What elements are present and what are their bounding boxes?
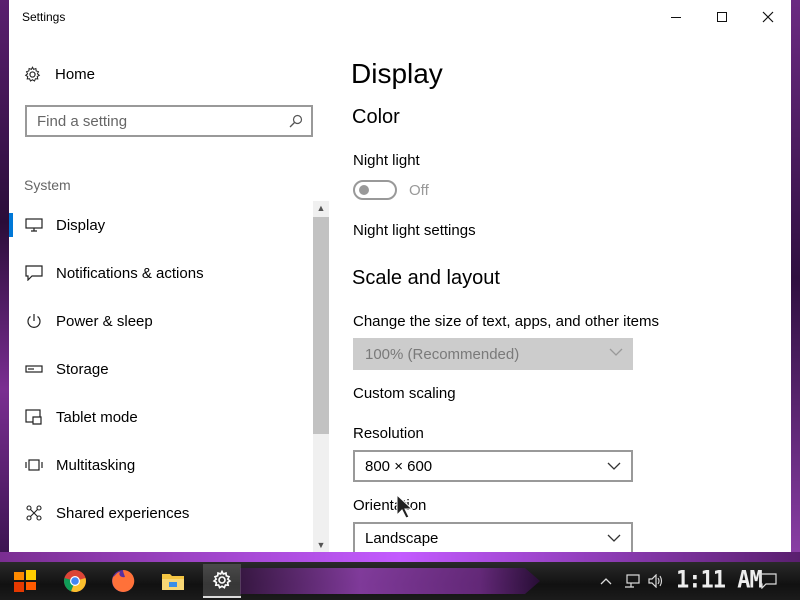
section-label-system: System [24, 177, 71, 193]
sidebar-item-power[interactable]: Power & sleep [9, 297, 309, 345]
close-icon [762, 11, 774, 23]
night-light-toggle[interactable] [353, 180, 397, 200]
resolution-label: Resolution [353, 425, 424, 442]
resolution-dropdown-value: 800 × 600 [365, 457, 433, 475]
close-button[interactable] [745, 0, 791, 34]
chrome-taskbar-button[interactable] [56, 564, 94, 598]
main-content: Display Color Night light Off Night ligh… [351, 34, 791, 552]
search-box[interactable] [25, 105, 313, 137]
chevron-down-icon [607, 534, 621, 542]
taskbar-decoration [240, 568, 540, 594]
chrome-icon [64, 570, 86, 593]
firefox-taskbar-button[interactable] [104, 564, 142, 598]
minimize-icon [671, 16, 681, 18]
sidebar-item-notifications[interactable]: Notifications & actions [9, 249, 309, 297]
resolution-dropdown[interactable]: 800 × 600 [353, 450, 633, 482]
sidebar: Home System Display Notifications & act [9, 34, 329, 552]
scale-layout-heading: Scale and layout [352, 267, 500, 289]
shared-icon [24, 503, 44, 523]
search-input[interactable] [37, 112, 277, 130]
taskbar: 1:11 AM [0, 562, 800, 600]
sidebar-item-multitasking[interactable]: Multitasking [9, 441, 309, 489]
chevron-down-icon [609, 348, 623, 356]
scale-description: Change the size of text, apps, and other… [353, 313, 660, 330]
wallpaper-left-stripe [0, 0, 9, 556]
chevron-down-icon [607, 462, 621, 470]
orientation-dropdown[interactable]: Landscape [353, 522, 633, 552]
gear-icon [24, 65, 41, 82]
sidebar-item-label: Notifications & actions [56, 264, 204, 282]
toggle-knob [359, 185, 369, 195]
sidebar-item-tablet-mode[interactable]: Tablet mode [9, 393, 309, 441]
chevron-up-icon[interactable] [600, 577, 612, 585]
start-icon [14, 570, 36, 592]
firefox-icon [112, 569, 135, 592]
wallpaper-right-stripe [791, 0, 800, 556]
maximize-icon [717, 12, 727, 22]
window-title: Settings [22, 10, 66, 24]
scale-dropdown-value: 100% (Recommended) [365, 345, 520, 363]
system-tray [600, 562, 664, 600]
scroll-up-arrow-icon[interactable]: ▲ [313, 201, 329, 215]
night-light-label: Night light [353, 152, 420, 169]
title-bar[interactable]: Settings [9, 0, 791, 34]
wallpaper-bottom-band [0, 552, 800, 562]
scrollbar-thumb[interactable] [313, 217, 329, 434]
action-center-button[interactable] [750, 564, 786, 598]
power-icon [24, 311, 44, 331]
notification-icon [759, 573, 777, 589]
sidebar-item-display[interactable]: Display [9, 201, 309, 249]
sidebar-item-label: Multitasking [56, 456, 136, 474]
page-title: Display [351, 58, 443, 89]
start-button[interactable] [6, 564, 44, 598]
night-light-state: Off [409, 182, 429, 199]
network-icon[interactable] [624, 574, 640, 588]
orientation-dropdown-value: Landscape [365, 529, 439, 547]
volume-icon[interactable] [648, 574, 664, 588]
minimize-button[interactable] [653, 0, 699, 34]
sidebar-item-label: Power & sleep [56, 312, 153, 330]
sidebar-item-label: Storage [56, 360, 109, 378]
settings-window: Settings Home System [9, 0, 791, 552]
search-icon [289, 114, 303, 128]
scale-dropdown[interactable]: 100% (Recommended) [353, 338, 633, 370]
taskbar-clock[interactable]: 1:11 AM [676, 567, 763, 595]
tablet-icon [24, 407, 44, 427]
sidebar-scrollbar[interactable]: ▲ ▼ [313, 201, 329, 552]
settings-taskbar-button[interactable] [203, 564, 241, 598]
storage-icon [24, 359, 44, 379]
sidebar-item-label: Display [56, 216, 106, 234]
sidebar-nav: Display Notifications & actions Power & … [9, 201, 309, 537]
monitor-icon [24, 215, 44, 235]
home-label: Home [55, 65, 96, 83]
sidebar-item-label: Shared experiences [56, 504, 190, 522]
scroll-down-arrow-icon[interactable]: ▼ [313, 538, 329, 552]
color-heading: Color [352, 106, 400, 128]
sidebar-item-storage[interactable]: Storage [9, 345, 309, 393]
night-light-settings-link[interactable]: Night light settings [353, 222, 476, 239]
sidebar-item-shared-experiences[interactable]: Shared experiences [9, 489, 309, 537]
file-explorer-icon [162, 574, 184, 590]
sidebar-item-label: Tablet mode [56, 408, 138, 426]
home-nav-item[interactable]: Home [24, 64, 95, 84]
notification-icon [24, 263, 44, 283]
file-explorer-taskbar-button[interactable] [154, 564, 192, 598]
multitasking-icon [24, 455, 44, 475]
settings-gear-icon [212, 570, 232, 589]
mouse-cursor-icon [396, 494, 414, 519]
custom-scaling-link[interactable]: Custom scaling [353, 385, 456, 402]
maximize-button[interactable] [699, 0, 745, 34]
